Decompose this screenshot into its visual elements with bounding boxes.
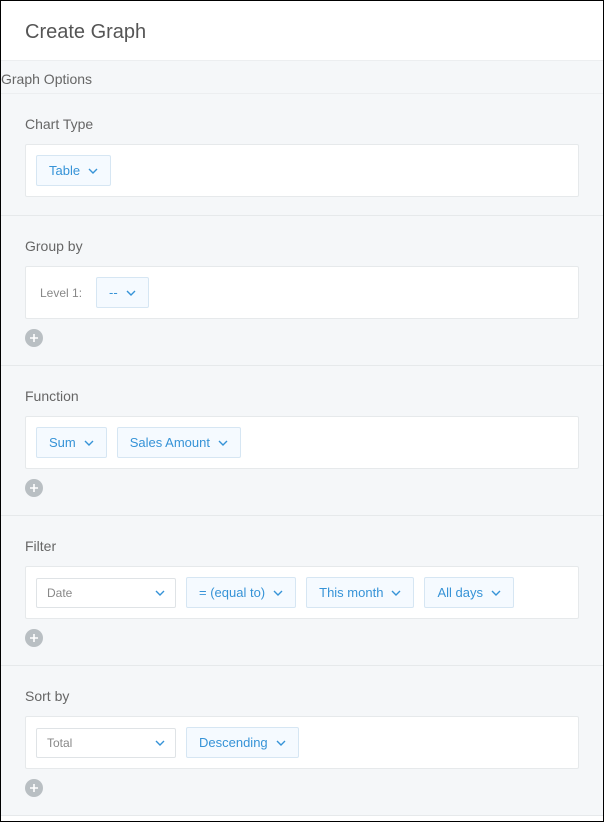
chevron-down-icon xyxy=(88,166,98,176)
chart-type-value: Table xyxy=(49,163,80,178)
chevron-down-icon xyxy=(155,738,165,748)
chart-type-dropdown[interactable]: Table xyxy=(36,155,111,186)
filter-field-value: Date xyxy=(47,586,72,600)
filter-section: Filter Date = (equal to) This month All … xyxy=(1,516,603,666)
page-title: Create Graph xyxy=(25,21,579,44)
group-by-label: Group by xyxy=(25,238,579,254)
add-sort-button[interactable] xyxy=(25,779,43,797)
sort-by-direction-dropdown[interactable]: Descending xyxy=(186,727,299,758)
chart-type-section: Chart Type Table xyxy=(1,94,603,216)
chevron-down-icon xyxy=(155,588,165,598)
function-panel: Sum Sales Amount xyxy=(25,416,579,469)
chart-type-panel: Table xyxy=(25,144,579,197)
group-by-section: Group by Level 1: -- xyxy=(1,216,603,366)
group-by-level-label: Level 1: xyxy=(40,286,82,300)
function-field-dropdown[interactable]: Sales Amount xyxy=(117,427,241,458)
filter-period-value: This month xyxy=(319,585,383,600)
group-by-panel: Level 1: -- xyxy=(25,266,579,319)
sort-by-direction-value: Descending xyxy=(199,735,268,750)
function-aggregate-value: Sum xyxy=(49,435,76,450)
chevron-down-icon xyxy=(126,288,136,298)
chevron-down-icon xyxy=(491,588,501,598)
function-aggregate-dropdown[interactable]: Sum xyxy=(36,427,107,458)
chevron-down-icon xyxy=(273,588,283,598)
header: Create Graph xyxy=(1,1,603,60)
function-label: Function xyxy=(25,388,579,404)
filter-days-dropdown[interactable]: All days xyxy=(424,577,514,608)
filter-operator-value: = (equal to) xyxy=(199,585,265,600)
subheader: Graph Options xyxy=(1,60,603,94)
filter-field-dropdown[interactable]: Date xyxy=(36,578,176,608)
function-section: Function Sum Sales Amount xyxy=(1,366,603,516)
sort-by-field-dropdown[interactable]: Total xyxy=(36,728,176,758)
add-function-button[interactable] xyxy=(25,479,43,497)
add-group-button[interactable] xyxy=(25,329,43,347)
filter-period-dropdown[interactable]: This month xyxy=(306,577,414,608)
filter-days-value: All days xyxy=(437,585,483,600)
chart-type-label: Chart Type xyxy=(25,116,579,132)
filter-panel: Date = (equal to) This month All days xyxy=(25,566,579,619)
chevron-down-icon xyxy=(276,738,286,748)
function-field-value: Sales Amount xyxy=(130,435,210,450)
add-filter-button[interactable] xyxy=(25,629,43,647)
sort-by-section: Sort by Total Descending xyxy=(1,666,603,816)
chevron-down-icon xyxy=(391,588,401,598)
chevron-down-icon xyxy=(84,438,94,448)
group-by-dropdown[interactable]: -- xyxy=(96,277,149,308)
sort-by-field-value: Total xyxy=(47,736,72,750)
group-by-value: -- xyxy=(109,285,118,300)
filter-operator-dropdown[interactable]: = (equal to) xyxy=(186,577,296,608)
sort-by-panel: Total Descending xyxy=(25,716,579,769)
filter-label: Filter xyxy=(25,538,579,554)
sort-by-label: Sort by xyxy=(25,688,579,704)
chevron-down-icon xyxy=(218,438,228,448)
